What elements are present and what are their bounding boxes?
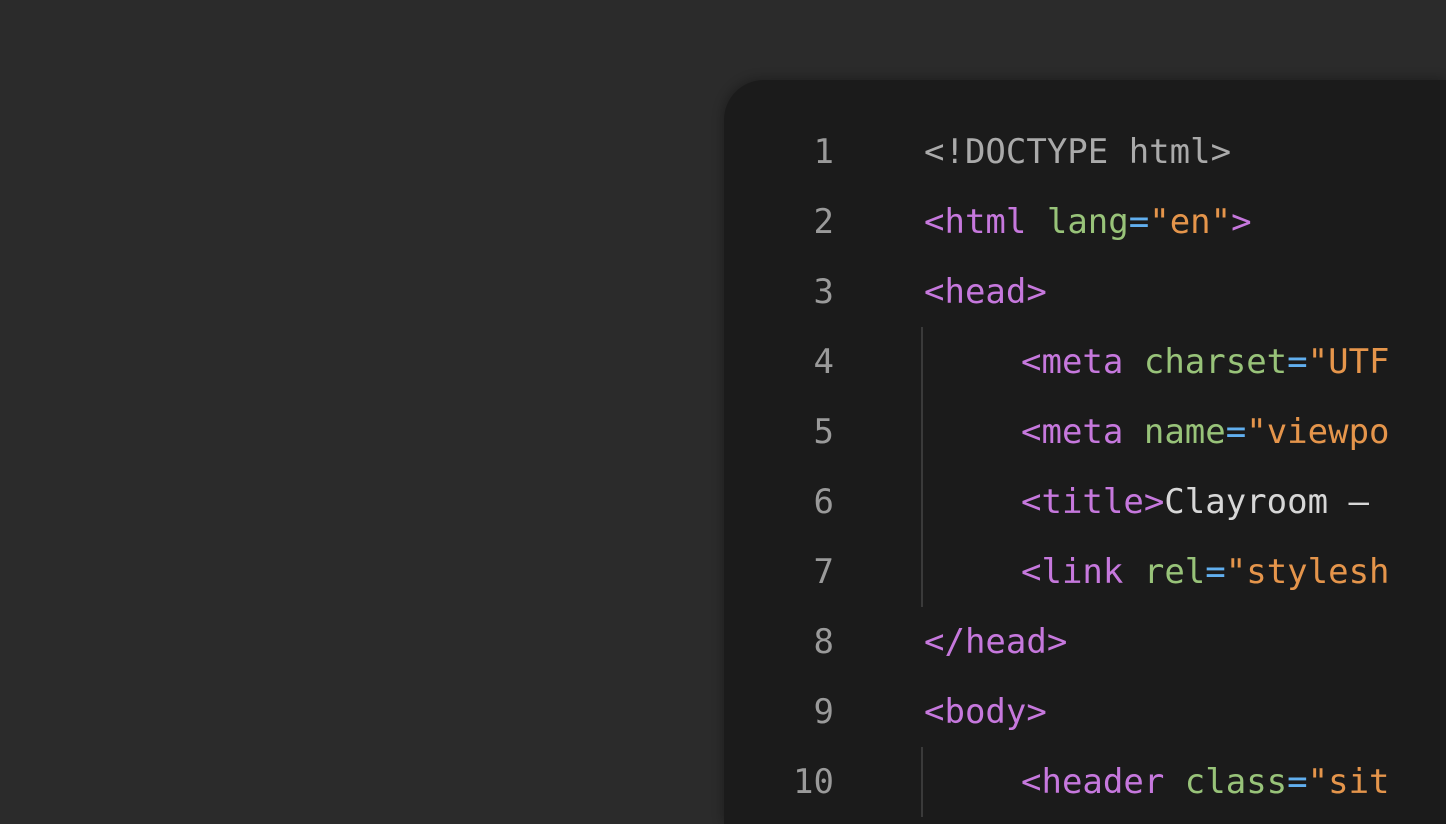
- code-token-string: "en": [1149, 202, 1232, 242]
- indent-guide: [921, 327, 923, 397]
- code-line[interactable]: 10 <header class="sit: [724, 747, 1446, 817]
- line-number: 10: [793, 762, 834, 802]
- code-token-string: "UTF: [1307, 342, 1390, 382]
- code-token-string: "viewpo: [1246, 412, 1390, 452]
- code-token-punct: =: [1205, 552, 1226, 592]
- code-token-attribute: rel: [1143, 552, 1206, 592]
- code-token-attribute: charset: [1143, 342, 1288, 382]
- code-line[interactable]: 1 <!DOCTYPE html>: [724, 117, 1446, 187]
- code-content: <meta charset="UTF: [1021, 327, 1390, 397]
- code-token-tag: <title>: [1021, 482, 1165, 522]
- code-token-attribute: class: [1184, 762, 1288, 802]
- indent-guide: [921, 537, 923, 607]
- code-token-punct: =: [1225, 412, 1247, 452]
- code-content: <html lang="en">: [924, 187, 1252, 257]
- code-token-tag: <meta: [1021, 412, 1124, 452]
- code-token-string: "stylesh: [1225, 552, 1390, 592]
- line-number: 1: [813, 132, 834, 172]
- line-number: 2: [813, 202, 834, 242]
- code-token-doctype: <!DOCTYPE html>: [924, 132, 1232, 172]
- code-token-tag: <link: [1021, 552, 1124, 592]
- line-number: 4: [813, 342, 834, 382]
- code-token-tag: <head>: [924, 272, 1047, 312]
- indent-guide: [921, 397, 923, 467]
- code-line[interactable]: 7 <link rel="stylesh: [724, 537, 1446, 607]
- line-number: 9: [813, 692, 834, 732]
- code-content: <head>: [924, 257, 1047, 327]
- code-line[interactable]: 4 <meta charset="UTF: [724, 327, 1446, 397]
- code-token-tag: <header: [1021, 762, 1165, 802]
- code-line[interactable]: 2 <html lang="en">: [724, 187, 1446, 257]
- desktop-background: 1 <!DOCTYPE html> 2 <html lang="en"> 3 <head>…: [0, 0, 1446, 824]
- code-line[interactable]: 3 <head>: [724, 257, 1446, 327]
- code-token-tag: >: [1231, 202, 1252, 242]
- code-token-punct: =: [1287, 342, 1308, 382]
- code-content: <link rel="stylesh: [1021, 537, 1390, 607]
- code-token-tag: <meta: [1021, 342, 1124, 382]
- code-line[interactable]: 5 <meta name="viewpo: [724, 397, 1446, 467]
- code-editor[interactable]: 1 <!DOCTYPE html> 2 <html lang="en"> 3 <head>…: [724, 80, 1446, 824]
- code-line[interactable]: 6 <title>Clayroom –: [724, 467, 1446, 537]
- code-content: </head>: [924, 607, 1067, 677]
- indent-guide: [921, 747, 923, 817]
- code-content: <title>Clayroom –: [1021, 467, 1389, 537]
- code-token-string: "sit: [1307, 762, 1390, 802]
- code-token-punct: =: [1287, 762, 1308, 802]
- line-number: 8: [813, 622, 834, 662]
- code-token-tag: </head>: [924, 622, 1068, 662]
- code-token-attribute: name: [1143, 412, 1226, 452]
- line-number: 6: [813, 482, 834, 522]
- code-content: <header class="sit: [1021, 747, 1390, 817]
- code-token-tag: <body>: [924, 692, 1047, 732]
- line-number: 3: [813, 272, 834, 312]
- indent-guide: [921, 467, 923, 537]
- code-content: <meta name="viewpo: [1021, 397, 1390, 467]
- code-token-tag: <html: [924, 202, 1027, 242]
- code-token-punct: =: [1128, 202, 1150, 242]
- code-token-attribute: lang: [1046, 202, 1129, 242]
- code-content: <body>: [924, 677, 1047, 747]
- line-number: 7: [813, 552, 834, 592]
- code-content: <!DOCTYPE html>: [924, 117, 1231, 187]
- code-line[interactable]: 9 <body>: [724, 677, 1446, 747]
- code-line[interactable]: 8 </head>: [724, 607, 1446, 677]
- line-number: 5: [813, 412, 834, 452]
- code-token-text: Clayroom –: [1164, 482, 1390, 522]
